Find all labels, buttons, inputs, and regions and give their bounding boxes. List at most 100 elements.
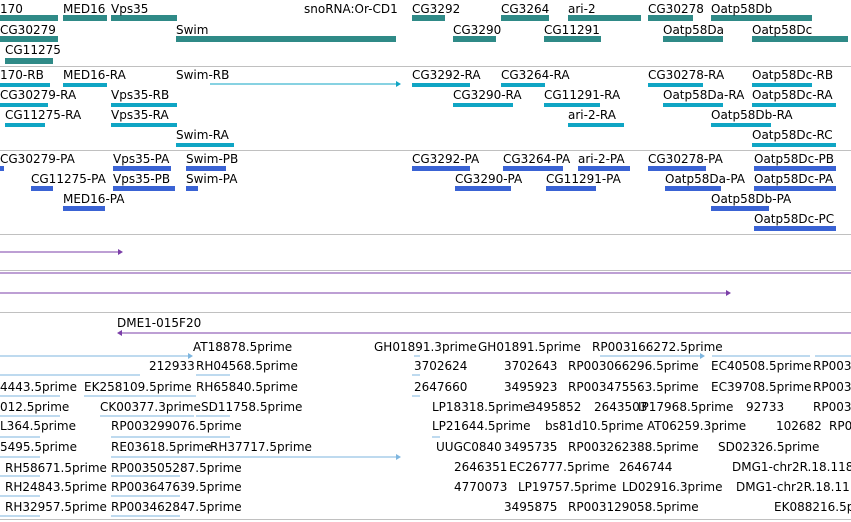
gene-glyph[interactable] <box>176 36 396 42</box>
protein-glyph[interactable] <box>754 166 836 171</box>
est-label[interactable]: RE03618.5prime <box>111 440 212 454</box>
protein-label[interactable]: Swim-PA <box>186 172 237 186</box>
transcript-glyph[interactable] <box>176 143 234 147</box>
protein-label[interactable]: MED16-PA <box>63 192 124 206</box>
protein-glyph[interactable] <box>113 166 171 171</box>
transcript-label[interactable]: CG3264-RA <box>501 68 570 82</box>
protein-label[interactable]: CG11275-PA <box>31 172 106 186</box>
transcript-glyph[interactable] <box>453 103 513 107</box>
protein-glyph[interactable] <box>754 226 836 231</box>
est-label[interactable]: RP003505287.5prime <box>111 461 242 475</box>
transcript-label[interactable]: Oatp58Da-RA <box>663 88 744 102</box>
gene-label[interactable]: Oatp58Db <box>711 2 772 16</box>
gene-label[interactable]: CG30278 <box>648 2 704 16</box>
gene-label[interactable]: CG3264 <box>501 2 549 16</box>
protein-label[interactable]: CG3264-PA <box>503 152 570 166</box>
est-label[interactable]: 3495852 <box>528 400 581 414</box>
transcript-glyph[interactable] <box>111 123 177 127</box>
transcript-label[interactable]: Swim-RA <box>176 128 229 142</box>
est-label[interactable]: RP00 <box>829 419 851 433</box>
protein-label[interactable]: Vps35-PA <box>113 152 169 166</box>
est-label[interactable]: EK088216.5prime <box>774 500 851 514</box>
est-label[interactable]: RP003 <box>813 400 851 414</box>
gene-label[interactable]: MED16 <box>63 2 105 16</box>
est-label[interactable]: EK258109.5prime <box>84 380 192 394</box>
protein-label[interactable]: Oatp58Dc-PA <box>754 172 833 186</box>
protein-glyph[interactable] <box>186 186 198 191</box>
protein-glyph[interactable] <box>63 206 105 211</box>
protein-glyph[interactable] <box>546 186 596 191</box>
transcript-label[interactable]: 170-RB <box>0 68 44 82</box>
transcript-label[interactable]: Vps35-RA <box>111 108 169 122</box>
transcript-label[interactable]: Vps35-RB <box>111 88 169 102</box>
protein-label[interactable]: CG30278-PA <box>648 152 723 166</box>
gene-label[interactable]: Oatp58Dc <box>752 23 812 37</box>
protein-label[interactable]: CG11291-PA <box>546 172 621 186</box>
est-label[interactable]: SD02326.5prime <box>718 440 819 454</box>
est-label[interactable]: 212933 <box>149 359 195 373</box>
est-label[interactable]: GH01891.5prime <box>478 340 581 354</box>
transcript-label[interactable]: CG3290-RA <box>453 88 522 102</box>
protein-label[interactable]: Swim-PB <box>186 152 238 166</box>
gene-label[interactable]: Swim <box>176 23 208 37</box>
est-label[interactable]: L364.5prime <box>0 419 76 433</box>
est-label[interactable]: RH24843.5prime <box>5 480 107 494</box>
est-label[interactable]: 3702624 <box>414 359 467 373</box>
alignment-label[interactable]: DME1-015F20 <box>117 316 201 330</box>
est-label[interactable]: RH04568.5prime <box>196 359 298 373</box>
est-label[interactable]: LP19757.5prime <box>518 480 617 494</box>
transcript-glyph[interactable] <box>711 123 771 127</box>
transcript-glyph[interactable] <box>412 83 470 87</box>
est-label[interactable]: 3495923 <box>504 380 557 394</box>
est-label[interactable]: 5495.5prime <box>0 440 77 454</box>
est-label[interactable]: 3495875 <box>504 500 557 514</box>
transcript-label[interactable]: MED16-RA <box>63 68 126 82</box>
est-label[interactable]: 3702643 <box>504 359 557 373</box>
est-label[interactable]: RP003262388.5prime <box>568 440 699 454</box>
transcript-label[interactable]: Oatp58Dc-RC <box>752 128 833 142</box>
genome-browser-viewer[interactable]: 170 MED16 Vps35 snoRNA:Or-CD1 CG3292 CG3… <box>0 0 851 522</box>
protein-label[interactable]: Oatp58Db-PA <box>711 192 791 206</box>
est-label[interactable]: RH58671.5prime <box>5 461 107 475</box>
transcript-label[interactable]: Oatp58Dc-RA <box>752 88 833 102</box>
protein-label[interactable]: CG30279-PA <box>0 152 75 166</box>
transcript-glyph[interactable] <box>5 123 45 127</box>
transcript-glyph[interactable] <box>0 103 48 107</box>
est-label[interactable]: 102682 <box>776 419 822 433</box>
gene-label[interactable]: Oatp58Da <box>663 23 724 37</box>
est-label[interactable]: EC40508.5prime <box>711 359 812 373</box>
est-label[interactable]: 012.5prime <box>0 400 69 414</box>
est-label[interactable]: SD11758.5prime <box>201 400 302 414</box>
est-label[interactable]: EC26777.5prime <box>509 460 610 474</box>
transcript-label[interactable]: CG11291-RA <box>544 88 620 102</box>
protein-label[interactable]: Vps35-PB <box>113 172 170 186</box>
gene-label[interactable]: CG3292 <box>412 2 460 16</box>
protein-glyph[interactable] <box>711 206 769 211</box>
gene-label[interactable]: Vps35 <box>111 2 148 16</box>
transcript-label[interactable]: Oatp58Dc-RB <box>752 68 833 82</box>
est-label[interactable]: RP003299076.5prime <box>111 419 242 433</box>
est-label[interactable]: LP21644.5prime <box>432 419 531 433</box>
transcript-glyph[interactable] <box>648 83 703 87</box>
protein-glyph[interactable] <box>31 186 53 191</box>
gene-label[interactable]: snoRNA:Or-CD1 <box>304 2 398 16</box>
est-label[interactable]: AT06259.3prime <box>647 419 746 433</box>
transcript-glyph[interactable] <box>663 103 723 107</box>
est-label[interactable]: RH32957.5prime <box>5 500 107 514</box>
est-label[interactable]: 2646351 <box>454 460 507 474</box>
protein-glyph[interactable] <box>578 166 630 171</box>
transcript-glyph[interactable] <box>111 103 177 107</box>
est-label[interactable]: EC39708.5prime <box>711 380 812 394</box>
protein-glyph[interactable] <box>503 166 563 171</box>
protein-glyph[interactable] <box>665 186 721 191</box>
transcript-glyph[interactable] <box>752 83 812 87</box>
transcript-label[interactable]: CG11275-RA <box>5 108 81 122</box>
protein-glyph[interactable] <box>648 166 706 171</box>
est-label[interactable]: DMG1-chr2R.18.11 <box>736 480 850 494</box>
est-label[interactable]: 4770073 <box>454 480 507 494</box>
est-label[interactable]: RP003462847.5prime <box>111 500 242 514</box>
est-label[interactable]: 92733 <box>746 400 784 414</box>
protein-label[interactable]: CG3292-PA <box>412 152 479 166</box>
est-label[interactable]: 2646744 <box>619 460 672 474</box>
est-label[interactable]: bs81d10.5prime <box>545 419 643 433</box>
